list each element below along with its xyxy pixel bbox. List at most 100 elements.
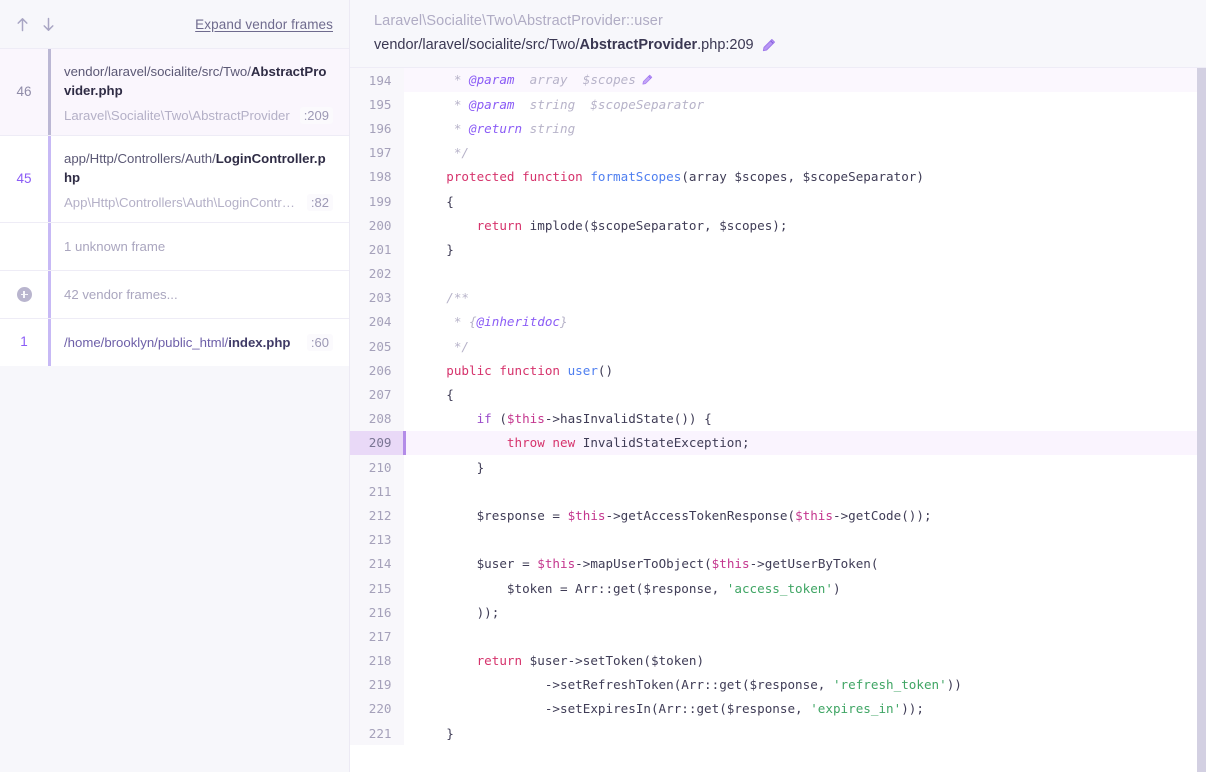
code-line-content: ->setExpiresIn(Arr::get($response, 'expi… xyxy=(544,701,924,717)
line-number[interactable]: 207 xyxy=(350,382,404,407)
code-line-row: 197 */ xyxy=(350,140,1206,165)
expand-vendor-frames-link[interactable]: Expand vendor frames xyxy=(195,17,333,32)
line-number[interactable]: 196 xyxy=(350,116,404,141)
code-line-row: 198 protected function formatScopes(arra… xyxy=(350,164,1206,189)
line-number[interactable]: 203 xyxy=(350,285,404,310)
line-number[interactable]: 200 xyxy=(350,213,404,238)
frame-path: /home/brooklyn/public_html/index.php xyxy=(64,335,290,350)
pencil-icon[interactable] xyxy=(761,38,776,53)
line-number[interactable]: 210 xyxy=(350,455,404,480)
code-line-row: 207 { xyxy=(350,382,1206,407)
code-line-content xyxy=(404,262,1206,286)
line-number[interactable]: 195 xyxy=(350,92,404,117)
header-file-text: vendor/laravel/socialite/src/Two/Abstrac… xyxy=(374,34,754,56)
code-line-content xyxy=(404,479,1206,503)
line-number[interactable]: 206 xyxy=(350,358,404,383)
code-line-content: $response = $this->getAccessTokenRespons… xyxy=(476,507,932,523)
code-line-row: 215 $token = Arr::get($response, 'access… xyxy=(350,575,1206,601)
scrollbar-thumb[interactable] xyxy=(1197,68,1206,772)
frame-number: 45 xyxy=(16,170,32,186)
code-line-content: /** xyxy=(446,290,469,306)
line-number[interactable]: 208 xyxy=(350,406,404,431)
line-number[interactable]: 215 xyxy=(350,575,404,601)
code-line-content: return implode($scopeSeparator, $scopes)… xyxy=(476,217,788,233)
frame-line-badge: :209 xyxy=(299,107,333,124)
line-number[interactable]: 201 xyxy=(350,237,404,262)
header-file-suffix: .php:209 xyxy=(697,37,754,53)
stack-frame-46[interactable]: 46 vendor/laravel/socialite/src/Two/Abst… xyxy=(0,48,349,135)
frame-body: /home/brooklyn/public_html/index.php :60 xyxy=(48,319,349,366)
frame-path-prefix: vendor/laravel/socialite/src/Two/ xyxy=(64,64,251,79)
line-number[interactable]: 204 xyxy=(350,309,404,335)
code-line-content xyxy=(404,624,1206,648)
line-number[interactable]: 221 xyxy=(350,721,404,746)
code-line-row: 214 $user = $this->mapUserToObject($this… xyxy=(350,551,1206,576)
line-number[interactable]: 216 xyxy=(350,600,404,625)
frame-body: app/Http/Controllers/Auth/LoginControlle… xyxy=(48,136,349,222)
code-line-content: * @param string $scopeSeparator xyxy=(453,96,705,112)
line-number[interactable]: 202 xyxy=(350,261,404,286)
code-line-content: $token = Arr::get($response, 'access_tok… xyxy=(506,580,841,596)
line-number[interactable]: 211 xyxy=(350,479,404,504)
stack-frame-1[interactable]: 1 /home/brooklyn/public_html/index.php :… xyxy=(0,318,349,366)
frame-number-empty xyxy=(0,223,48,270)
vendor-frames-toggle[interactable]: 42 vendor frames... xyxy=(0,270,349,318)
code-line-row: 210 } xyxy=(350,455,1206,480)
frame-number: 46 xyxy=(16,83,32,99)
stack-frame-45[interactable]: 45 app/Http/Controllers/Auth/LoginContro… xyxy=(0,135,349,222)
line-number[interactable]: 214 xyxy=(350,551,404,576)
line-number[interactable]: 213 xyxy=(350,527,404,552)
code-line-content: } xyxy=(476,459,485,475)
code-line-row: 213 xyxy=(350,527,1206,552)
code-line-content: { xyxy=(446,387,454,403)
line-number[interactable]: 217 xyxy=(350,624,404,649)
code-line-content: throw new InvalidStateException; xyxy=(402,430,1206,455)
code-lines-table: 194 * @param array $scopes 195 * @param s… xyxy=(350,68,1206,746)
code-line-row: 220 ->setExpiresIn(Arr::get($response, '… xyxy=(350,696,1206,722)
code-line-content: $user = $this->mapUserToObject($this->ge… xyxy=(476,556,879,572)
arrow-down-icon[interactable] xyxy=(40,15,56,33)
code-line-content xyxy=(404,528,1206,552)
arrow-up-icon[interactable] xyxy=(14,15,30,33)
code-line-content: * {@inheritdoc} xyxy=(453,314,568,330)
line-number[interactable]: 219 xyxy=(350,672,404,697)
code-line-row: 194 * @param array $scopes xyxy=(350,68,1206,93)
frame-line-badge: :60 xyxy=(306,334,333,351)
frame-body: vendor/laravel/socialite/src/Two/Abstrac… xyxy=(48,49,349,135)
code-line-content: )); xyxy=(476,604,500,620)
line-number[interactable]: 220 xyxy=(350,696,404,722)
code-line-row: 218 return $user->setToken($token) xyxy=(350,648,1206,673)
header-file-name: AbstractProvider xyxy=(579,37,698,53)
line-number[interactable]: 205 xyxy=(350,334,404,359)
line-number[interactable]: 218 xyxy=(350,648,404,673)
frame-line-badge: :82 xyxy=(306,194,333,211)
code-line-row: 221 } xyxy=(350,721,1206,746)
stack-frame-unknown[interactable]: 1 unknown frame xyxy=(0,222,349,270)
frame-path-file: index.php xyxy=(228,335,291,350)
pencil-icon[interactable] xyxy=(641,74,653,89)
code-line-content: } xyxy=(446,725,454,741)
vertical-scrollbar[interactable] xyxy=(1197,68,1206,772)
line-number[interactable]: 209 xyxy=(350,430,404,455)
code-line-row: 211 xyxy=(350,479,1206,504)
frame-subline: Laravel\Socialite\Two\AbstractProvider :… xyxy=(64,107,333,124)
unknown-frame-label: 1 unknown frame xyxy=(48,223,349,270)
error-page-root: Expand vendor frames 46 vendor/laravel/s… xyxy=(0,0,1206,772)
code-viewer[interactable]: 194 * @param array $scopes 195 * @param s… xyxy=(350,68,1206,772)
line-number[interactable]: 194 xyxy=(350,68,404,93)
plus-circle-icon[interactable] xyxy=(16,287,32,302)
frame-subline: App\Http\Controllers\Auth\LoginControlle… xyxy=(64,194,333,211)
code-line-content: return $user->setToken($token) xyxy=(476,653,705,669)
line-number[interactable]: 199 xyxy=(350,188,404,214)
line-number[interactable]: 197 xyxy=(350,140,404,165)
frame-number: 1 xyxy=(20,334,28,349)
code-line-content: if ($this->hasInvalidState()) { xyxy=(476,411,712,427)
line-number[interactable]: 212 xyxy=(350,503,404,528)
frame-class-name: App\Http\Controllers\Auth\LoginControlle… xyxy=(64,195,299,210)
code-line-content: } xyxy=(446,241,454,257)
code-line-row: 199 { xyxy=(350,188,1206,214)
code-line-row: 200 return implode($scopeSeparator, $sco… xyxy=(350,213,1206,238)
line-number[interactable]: 198 xyxy=(350,164,404,189)
code-lines-body: 194 * @param array $scopes 195 * @param s… xyxy=(350,68,1206,746)
frames-toolbar: Expand vendor frames xyxy=(0,0,349,48)
